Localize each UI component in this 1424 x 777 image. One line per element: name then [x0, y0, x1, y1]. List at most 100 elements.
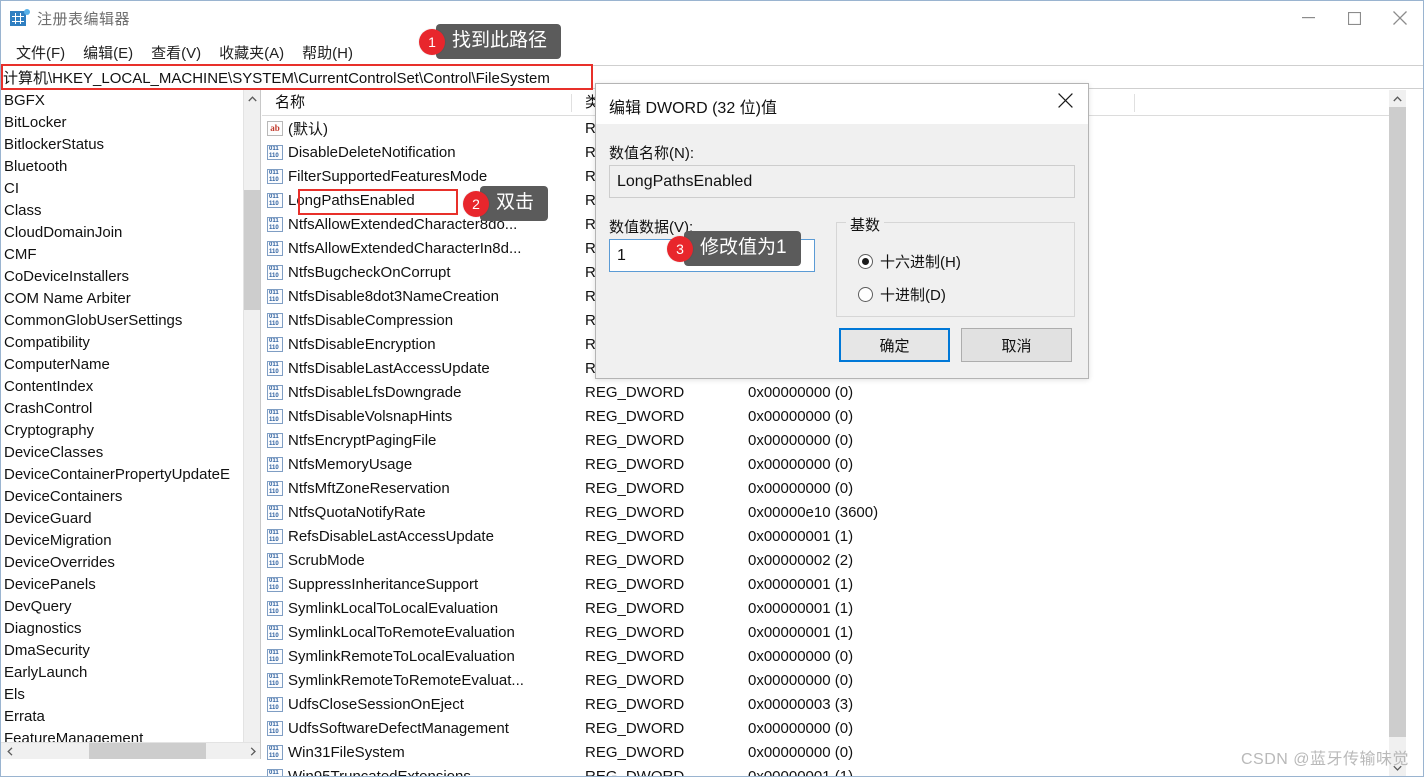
dword-icon	[262, 384, 288, 400]
tree-item[interactable]: DeviceMigration	[1, 530, 244, 552]
tree-item[interactable]: DevQuery	[1, 596, 244, 618]
cell-type: REG_DWORD	[585, 647, 685, 665]
tree-item[interactable]: Class	[1, 200, 244, 222]
tree-item[interactable]: CommonGlobUserSettings	[1, 310, 244, 332]
tree-item[interactable]: CMF	[1, 244, 244, 266]
table-row[interactable]: SuppressInheritanceSupport REG_DWORD 0x000…	[262, 572, 1406, 596]
tree-item[interactable]: BitLocker	[1, 112, 244, 134]
tree-horizontal-scrollbar[interactable]	[1, 742, 260, 759]
cell-name: UdfsSoftwareDefectManagement	[288, 719, 509, 737]
table-row[interactable]: SymlinkRemoteToLocalEvaluation REG_DWORD 0…	[262, 644, 1406, 668]
cell-name: NtfsAllowExtendedCharacterIn8d...	[288, 239, 522, 257]
table-row[interactable]: UdfsCloseSessionOnEject REG_DWORD 0x000000…	[262, 692, 1406, 716]
menu-help[interactable]: 帮助(H)	[293, 40, 362, 65]
tree-item[interactable]: CI	[1, 178, 244, 200]
title-bar: 注册表编辑器	[1, 1, 1423, 37]
tree-item[interactable]: Cryptography	[1, 420, 244, 442]
tree-item[interactable]: CloudDomainJoin	[1, 222, 244, 244]
tree-scroll-right-icon[interactable]	[244, 743, 260, 759]
table-row[interactable]: SymlinkLocalToRemoteEvaluation REG_DWORD 0…	[262, 620, 1406, 644]
table-row[interactable]: SymlinkRemoteToRemoteEvaluat... REG_DWORD…	[262, 668, 1406, 692]
cancel-button[interactable]: 取消	[961, 328, 1072, 362]
tree-item[interactable]: Compatibility	[1, 332, 244, 354]
column-header-name[interactable]: 名称	[262, 90, 572, 116]
callout-change-value: 3 修改值为1	[667, 231, 801, 266]
table-row[interactable]: NtfsQuotaNotifyRate REG_DWORD 0x00000e10 (…	[262, 500, 1406, 524]
tree-item[interactable]: COM Name Arbiter	[1, 288, 244, 310]
table-row[interactable]: NtfsEncryptPagingFile REG_DWORD 0x00000000…	[262, 428, 1406, 452]
cell-name: NtfsMemoryUsage	[288, 455, 413, 473]
cell-data: 0x00000000 (0)	[748, 455, 854, 473]
dword-icon	[262, 576, 288, 592]
dialog-close-icon[interactable]	[1043, 84, 1088, 116]
table-row[interactable]: UdfsSoftwareDefectManagement REG_DWORD 0x0…	[262, 716, 1406, 740]
table-row[interactable]: Win31FileSystem REG_DWORD 0x00000000 (0)	[262, 740, 1406, 764]
tree-item[interactable]: Errata	[1, 706, 244, 728]
tree-item[interactable]: DeviceGuard	[1, 508, 244, 530]
menu-favorites[interactable]: 收藏夹(A)	[210, 40, 293, 65]
menu-view[interactable]: 查看(V)	[142, 40, 210, 65]
dword-icon	[262, 264, 288, 280]
tree-item[interactable]: Els	[1, 684, 244, 706]
cell-name: SymlinkRemoteToLocalEvaluation	[288, 647, 515, 665]
table-row[interactable]: NtfsDisableVolsnapHints REG_DWORD 0x000000…	[262, 404, 1406, 428]
tree-vertical-scrollbar[interactable]	[243, 90, 260, 759]
registry-key-tree[interactable]: BGFX BitLocker BitlockerStatus Bluetooth CI C…	[1, 90, 261, 759]
cell-data: 0x00000000 (0)	[748, 383, 854, 401]
table-row[interactable]: NtfsMftZoneReservation REG_DWORD 0x0000000…	[262, 476, 1406, 500]
tree-scroll-up-icon[interactable]	[244, 90, 260, 107]
menu-file[interactable]: 文件(F)	[7, 40, 74, 65]
tree-item[interactable]: BGFX	[1, 90, 244, 112]
tree-item[interactable]: CoDeviceInstallers	[1, 266, 244, 288]
list-scrollbar-thumb[interactable]	[1389, 107, 1406, 737]
tree-item[interactable]: Bluetooth	[1, 156, 244, 178]
ok-button[interactable]: 确定	[839, 328, 950, 362]
tree-item[interactable]: ComputerName	[1, 354, 244, 376]
cell-type: REG_DWORD	[585, 671, 685, 689]
value-name-label: 数值名称(N):	[609, 145, 694, 162]
table-row[interactable]: ScrubMode REG_DWORD 0x00000002 (2)	[262, 548, 1406, 572]
callout-text-1: 找到此路径	[436, 24, 562, 59]
table-row[interactable]: RefsDisableLastAccessUpdate REG_DWORD 0x00…	[262, 524, 1406, 548]
value-name-input[interactable]: LongPathsEnabled	[609, 165, 1075, 198]
tree-item[interactable]: EarlyLaunch	[1, 662, 244, 684]
tree-scroll-left-icon[interactable]	[1, 743, 18, 759]
dword-icon	[262, 408, 288, 424]
tree-item[interactable]: CrashControl	[1, 398, 244, 420]
tree-item[interactable]: DmaSecurity	[1, 640, 244, 662]
dword-icon	[262, 768, 288, 776]
registry-editor-window: 注册表编辑器 文件(F) 编辑(E) 查看(V) 收藏夹(A) 帮助(H) 计算…	[0, 0, 1424, 777]
table-row[interactable]: NtfsMemoryUsage REG_DWORD 0x00000000 (0)	[262, 452, 1406, 476]
cell-type: REG_DWORD	[585, 623, 685, 641]
tree-scrollbar-thumb[interactable]	[244, 190, 260, 310]
close-button[interactable]	[1377, 1, 1423, 35]
list-vertical-scrollbar[interactable]	[1389, 90, 1406, 776]
cell-data: 0x00000000 (0)	[748, 407, 854, 425]
list-scroll-up-icon[interactable]	[1389, 90, 1406, 107]
dword-icon	[262, 720, 288, 736]
cell-name: Win31FileSystem	[288, 743, 405, 761]
tree-item[interactable]: DeviceContainers	[1, 486, 244, 508]
dword-icon	[262, 168, 288, 184]
minimize-button[interactable]	[1285, 1, 1331, 35]
cell-name: Win95TruncatedExtensions	[288, 767, 471, 777]
radio-decimal[interactable]: 十进制(D)	[858, 284, 946, 305]
tree-item[interactable]: DevicePanels	[1, 574, 244, 596]
tree-hscrollbar-thumb[interactable]	[89, 743, 206, 759]
tree-item[interactable]: BitlockerStatus	[1, 134, 244, 156]
menu-edit[interactable]: 编辑(E)	[74, 40, 142, 65]
maximize-button[interactable]	[1331, 1, 1377, 35]
cell-name: SymlinkLocalToRemoteEvaluation	[288, 623, 515, 641]
cell-name: NtfsDisable8dot3NameCreation	[288, 287, 499, 305]
tree-item[interactable]: DeviceContainerPropertyUpdateE	[1, 464, 244, 486]
radio-hexadecimal[interactable]: 十六进制(H)	[858, 251, 961, 272]
tree-item[interactable]: DeviceClasses	[1, 442, 244, 464]
tree-item[interactable]: ContentIndex	[1, 376, 244, 398]
dword-icon	[262, 624, 288, 640]
table-row[interactable]: NtfsDisableLfsDowngrade REG_DWORD 0x000000…	[262, 380, 1406, 404]
cell-name: NtfsDisableVolsnapHints	[288, 407, 453, 425]
tree-item[interactable]: DeviceOverrides	[1, 552, 244, 574]
table-row[interactable]: Win95TruncatedExtensions REG_DWORD 0x00000…	[262, 764, 1406, 776]
tree-item[interactable]: Diagnostics	[1, 618, 244, 640]
table-row[interactable]: SymlinkLocalToLocalEvaluation REG_DWORD 0x…	[262, 596, 1406, 620]
